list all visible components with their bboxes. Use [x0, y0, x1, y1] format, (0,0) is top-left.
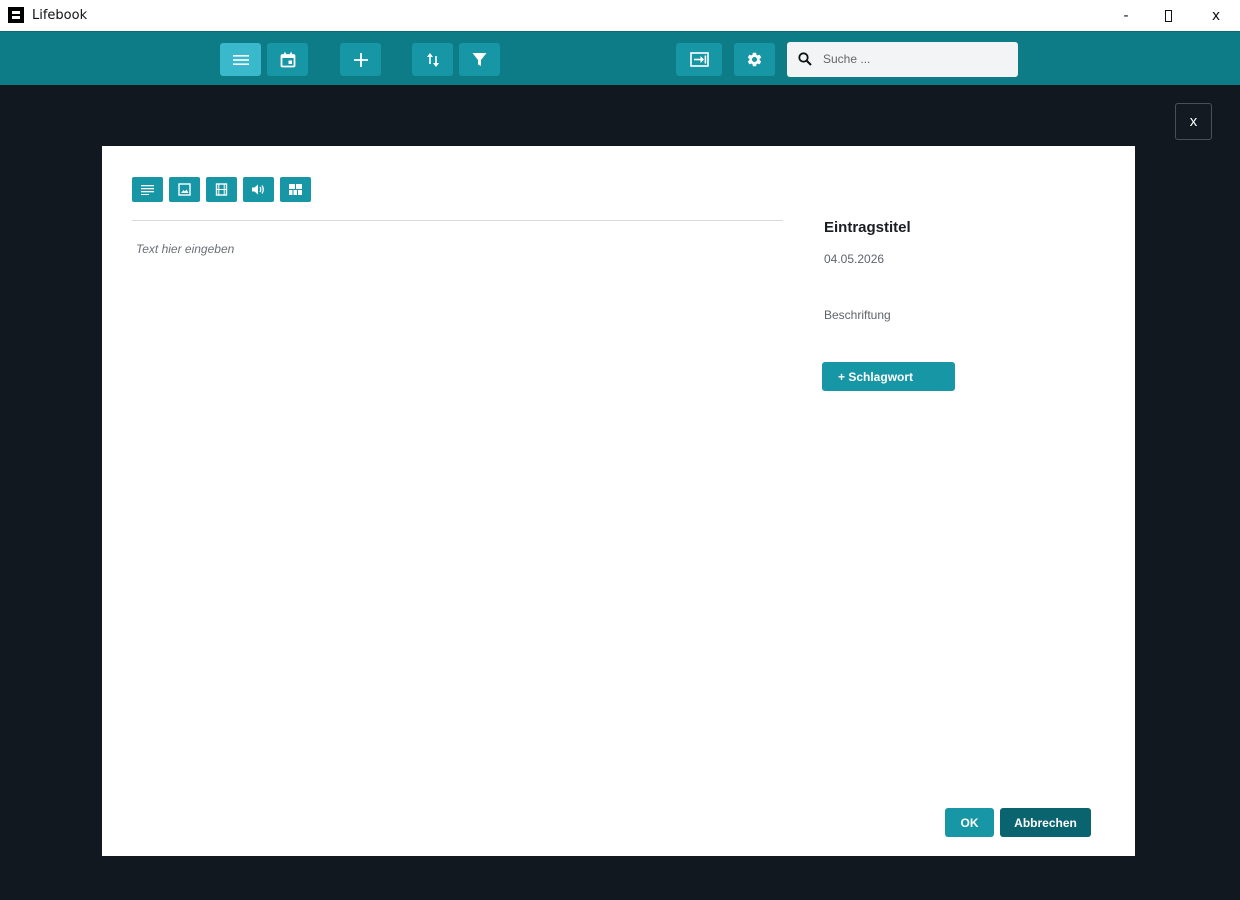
insert-text-button[interactable]	[132, 177, 163, 202]
cancel-button[interactable]: Abbrechen	[1000, 808, 1091, 837]
settings-button[interactable]	[734, 43, 775, 76]
filter-funnel-icon	[472, 53, 487, 66]
window-close-button[interactable]: x	[1193, 0, 1239, 31]
calendar-view-button[interactable]	[267, 43, 308, 76]
sort-arrows-icon	[426, 52, 439, 67]
entry-text-input[interactable]	[136, 239, 776, 259]
entry-date[interactable]: 04.05.2026	[824, 252, 884, 266]
app-logo-icon	[8, 7, 24, 23]
search-box[interactable]	[787, 42, 1018, 77]
title-bar: Lifebook - x	[0, 0, 1240, 31]
add-entry-button[interactable]	[340, 43, 381, 76]
speaker-icon	[252, 184, 264, 195]
grid-icon	[289, 184, 302, 195]
list-view-button[interactable]	[220, 43, 261, 76]
editor-divider	[132, 220, 783, 221]
sort-button[interactable]	[412, 43, 453, 76]
film-icon	[215, 183, 228, 196]
insert-gallery-button[interactable]	[280, 177, 311, 202]
filter-button[interactable]	[459, 43, 500, 76]
entry-editor-dialog: Eintragstitel 04.05.2026 Beschriftung + …	[102, 146, 1135, 856]
menu-lines-icon	[232, 54, 249, 65]
insert-image-button[interactable]	[169, 177, 200, 202]
login-arrow-icon	[689, 52, 709, 67]
calendar-icon	[280, 52, 295, 67]
gear-icon	[747, 52, 762, 67]
entry-caption[interactable]: Beschriftung	[824, 308, 891, 322]
maximize-icon	[1164, 9, 1172, 22]
overlay-close-button[interactable]: x	[1175, 103, 1212, 140]
add-tag-button[interactable]: + Schlagwort	[822, 362, 955, 391]
import-button[interactable]	[676, 43, 722, 76]
minimize-button[interactable]: -	[1103, 0, 1149, 31]
insert-video-button[interactable]	[206, 177, 237, 202]
search-icon	[798, 52, 812, 66]
entry-title[interactable]: Eintragstitel	[824, 219, 911, 236]
window-title: Lifebook	[32, 8, 88, 23]
main-toolbar	[0, 31, 1240, 85]
plus-icon	[353, 52, 368, 67]
text-lines-icon	[141, 185, 154, 195]
search-input[interactable]	[823, 49, 1009, 69]
image-icon	[178, 183, 191, 196]
maximize-button[interactable]	[1145, 0, 1191, 31]
insert-audio-button[interactable]	[243, 177, 274, 202]
ok-button[interactable]: OK	[945, 808, 994, 837]
